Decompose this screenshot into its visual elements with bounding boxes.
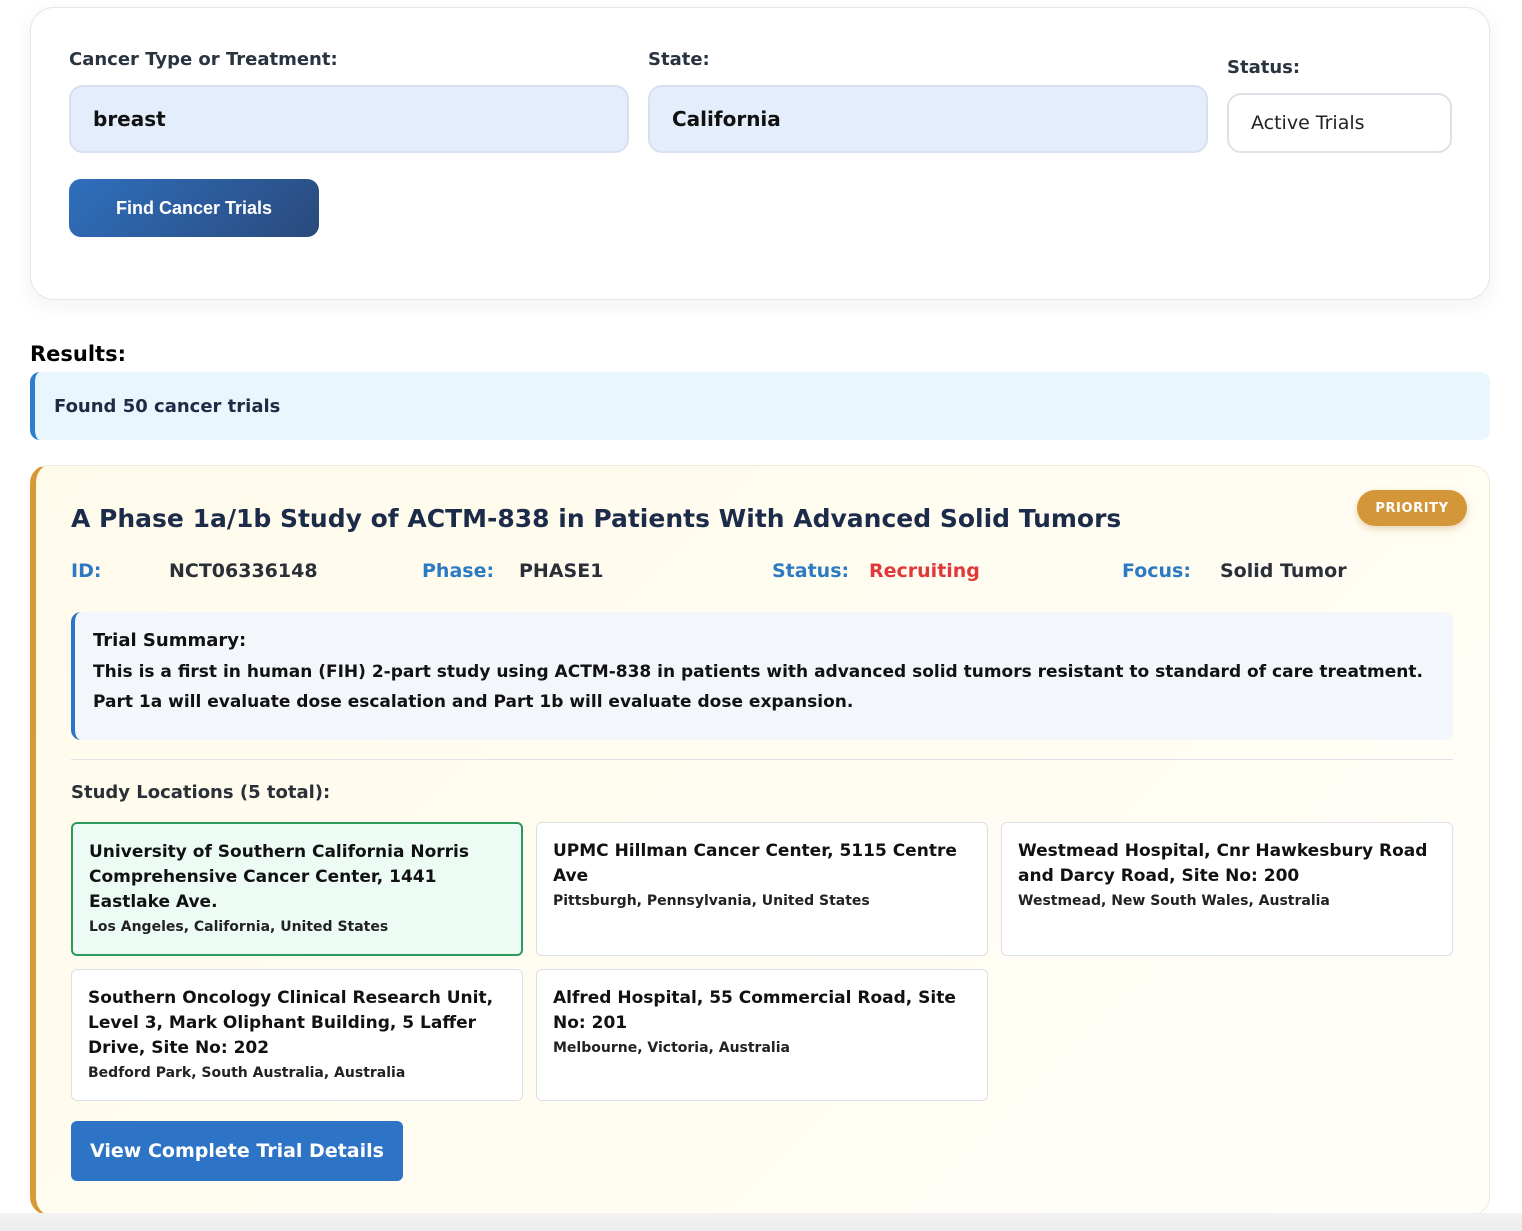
location-name: University of Southern California Norris… [89,842,469,912]
trial-status-label: Status: [772,560,850,582]
location-address: Westmead, New South Wales, Australia [1018,893,1330,909]
trial-id-value: NCT06336148 [169,560,318,582]
status-select[interactable]: Active Trials [1227,93,1452,153]
bottom-scroll-shade [0,1213,1522,1231]
location-name: Alfred Hospital, 55 Commercial Road, Sit… [553,988,956,1033]
divider [71,759,1453,760]
view-trial-details-button[interactable]: View Complete Trial Details [71,1121,403,1181]
study-locations-heading: Study Locations (5 total): [71,782,331,803]
trial-phase-label: Phase: [422,560,495,582]
trial-focus-value: Solid Tumor [1220,560,1347,582]
location-name: Westmead Hospital, Cnr Hawkesbury Road a… [1018,841,1428,886]
trial-summary-text: This is a first in human (FIH) 2-part st… [93,662,1423,712]
results-count-text: Found 50 cancer trials [54,395,281,417]
state-label: State: [648,49,710,70]
status-label: Status: [1227,57,1301,78]
cancer-type-label: Cancer Type or Treatment: [69,49,338,70]
trial-id-label: ID: [71,560,102,582]
location-card[interactable]: Westmead Hospital, Cnr Hawkesbury Road a… [1001,822,1453,956]
trial-status-value: Recruiting [869,560,980,582]
page: Cancer Type or Treatment: breast State: … [0,0,1522,1231]
location-address: Melbourne, Victoria, Australia [553,1040,790,1056]
trial-focus-label: Focus: [1122,560,1191,582]
location-address: Bedford Park, South Australia, Australia [88,1065,406,1081]
trial-phase-value: PHASE1 [519,560,604,582]
cancer-type-input[interactable]: breast [69,85,629,153]
location-card[interactable]: Southern Oncology Clinical Research Unit… [71,969,523,1101]
trial-summary: Trial Summary: This is a first in human … [71,612,1453,740]
location-name: Southern Oncology Clinical Research Unit… [88,988,494,1058]
location-card[interactable]: Alfred Hospital, 55 Commercial Road, Sit… [536,969,988,1101]
priority-badge: PRIORITY [1357,490,1467,526]
find-cancer-trials-button[interactable]: Find Cancer Trials [69,179,319,237]
state-input[interactable]: California [648,85,1208,153]
location-card[interactable]: University of Southern California Norris… [71,822,523,956]
location-address: Pittsburgh, Pennsylvania, United States [553,893,870,909]
trial-summary-title: Trial Summary: [93,630,247,651]
location-card[interactable]: UPMC Hillman Cancer Center, 5115 Centre … [536,822,988,956]
results-heading: Results: [30,342,126,366]
trial-card: PRIORITY A Phase 1a/1b Study of ACTM-838… [30,465,1490,1215]
location-address: Los Angeles, California, United States [89,919,389,935]
trial-title: A Phase 1a/1b Study of ACTM-838 in Patie… [71,504,1122,533]
location-name: UPMC Hillman Cancer Center, 5115 Centre … [553,841,957,886]
results-count-banner: Found 50 cancer trials [30,372,1490,440]
search-panel: Cancer Type or Treatment: breast State: … [30,7,1490,300]
